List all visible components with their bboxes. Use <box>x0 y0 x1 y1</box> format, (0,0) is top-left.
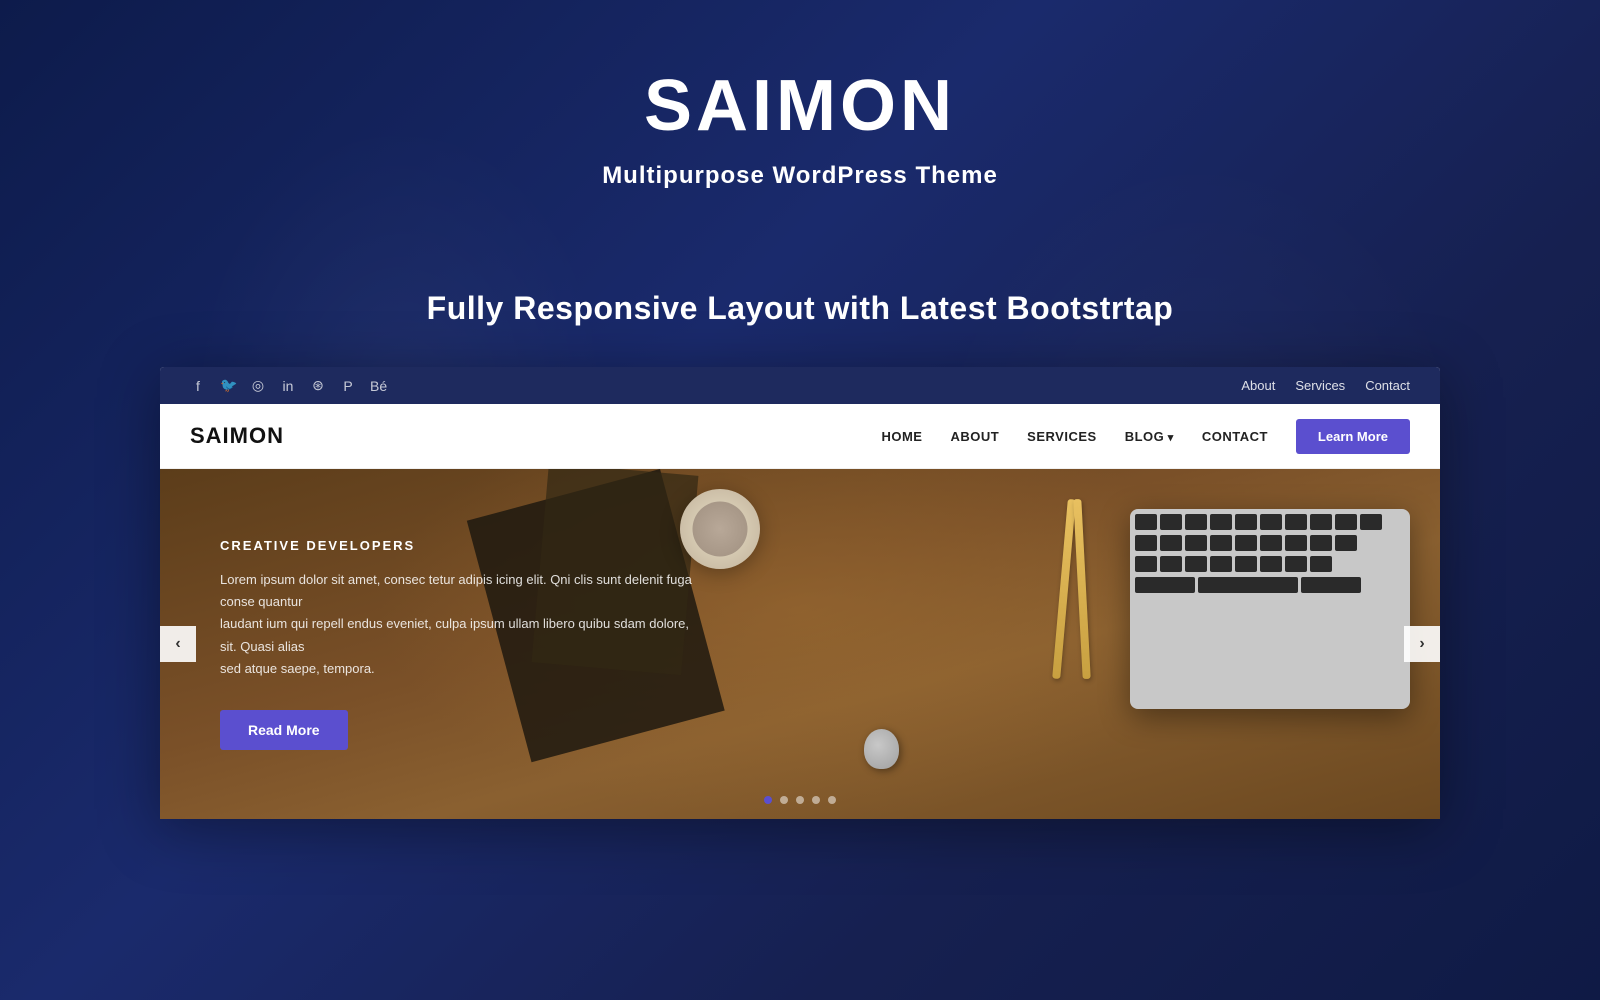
nav-contact[interactable]: CONTACT <box>1202 429 1268 444</box>
key <box>1310 514 1332 530</box>
key <box>1210 514 1232 530</box>
key <box>1260 514 1282 530</box>
hero-body-line2: laudant ium qui repell endus eveniet, cu… <box>220 616 689 653</box>
nav-services[interactable]: SERVICES <box>1027 429 1097 444</box>
key <box>1160 514 1182 530</box>
key <box>1335 514 1357 530</box>
key <box>1160 535 1182 551</box>
slider-dot-3[interactable] <box>796 796 804 804</box>
key <box>1135 556 1157 572</box>
twitter-icon[interactable]: 🐦 <box>220 377 236 394</box>
hero-body-line1: Lorem ipsum dolor sit amet, consec tetur… <box>220 572 692 609</box>
earbud-left <box>864 729 899 769</box>
slider-prev-button[interactable]: ‹ <box>160 626 196 662</box>
key <box>1210 535 1232 551</box>
behance-icon[interactable]: Bé <box>370 378 386 394</box>
topbar-contact-link[interactable]: Contact <box>1365 378 1410 393</box>
page-title: SAIMON <box>0 70 1600 142</box>
demo-hero-slider: ‹ CREATIVE DEVELOPERS Lorem ipsum dolor … <box>160 469 1440 819</box>
key <box>1360 514 1382 530</box>
page-hero: SAIMON Multipurpose WordPress Theme <box>0 0 1600 190</box>
key <box>1310 556 1332 572</box>
hero-content: CREATIVE DEVELOPERS Lorem ipsum dolor si… <box>160 538 760 749</box>
demo-website: f 🐦 ◎ in ⊛ P Bé About Services Contact S… <box>160 367 1440 819</box>
key <box>1335 535 1357 551</box>
facebook-icon[interactable]: f <box>190 378 206 394</box>
key <box>1185 514 1207 530</box>
key <box>1235 556 1257 572</box>
linkedin-icon[interactable]: in <box>280 378 296 394</box>
slider-dot-4[interactable] <box>812 796 820 804</box>
nav-about[interactable]: ABOUT <box>950 429 999 444</box>
hero-body: Lorem ipsum dolor sit amet, consec tetur… <box>220 569 700 679</box>
key <box>1301 577 1361 593</box>
key <box>1160 556 1182 572</box>
page-subtitle: Multipurpose WordPress Theme <box>0 162 1600 190</box>
instagram-icon[interactable]: ◎ <box>250 377 266 394</box>
key <box>1135 577 1195 593</box>
earbuds-decoration <box>864 729 924 789</box>
slider-dot-2[interactable] <box>780 796 788 804</box>
topbar-about-link[interactable]: About <box>1241 378 1275 393</box>
key <box>1135 535 1157 551</box>
topbar-links: About Services Contact <box>1241 378 1410 393</box>
keyboard-row-1 <box>1135 514 1405 530</box>
key <box>1260 556 1282 572</box>
key <box>1135 514 1157 530</box>
pinterest-icon[interactable]: P <box>340 378 356 394</box>
slider-next-button[interactable]: › <box>1404 626 1440 662</box>
hero-eyebrow: CREATIVE DEVELOPERS <box>220 538 700 553</box>
slider-dots <box>764 796 836 804</box>
topbar-services-link[interactable]: Services <box>1295 378 1345 393</box>
nav-blog[interactable]: BLOG <box>1125 429 1174 444</box>
nav-links: HOME ABOUT SERVICES BLOG CONTACT Learn M… <box>881 419 1410 454</box>
social-icons-group: f 🐦 ◎ in ⊛ P Bé <box>190 377 386 394</box>
key <box>1285 514 1307 530</box>
key <box>1235 514 1257 530</box>
key <box>1185 556 1207 572</box>
laptop-keyboard <box>1130 509 1410 709</box>
key <box>1285 556 1307 572</box>
nav-cta-button[interactable]: Learn More <box>1296 419 1410 454</box>
slider-dot-1[interactable] <box>764 796 772 804</box>
keyboard-row-2 <box>1135 535 1405 551</box>
tagline-text: Fully Responsive Layout with Latest Boot… <box>0 290 1600 327</box>
key <box>1285 535 1307 551</box>
demo-logo: SAIMON <box>190 423 284 449</box>
keyboard-row-4 <box>1135 577 1405 593</box>
dribbble-icon[interactable]: ⊛ <box>310 377 326 394</box>
key <box>1185 535 1207 551</box>
hero-body-line3: sed atque saepe, tempora. <box>220 661 375 676</box>
demo-navbar: SAIMON HOME ABOUT SERVICES BLOG CONTACT … <box>160 404 1440 469</box>
nav-home[interactable]: HOME <box>881 429 922 444</box>
slider-dot-5[interactable] <box>828 796 836 804</box>
key <box>1260 535 1282 551</box>
key <box>1210 556 1232 572</box>
key <box>1310 535 1332 551</box>
demo-topbar: f 🐦 ◎ in ⊛ P Bé About Services Contact <box>160 367 1440 404</box>
hero-cta-button[interactable]: Read More <box>220 710 348 750</box>
key <box>1198 577 1298 593</box>
keyboard-row-3 <box>1135 556 1405 572</box>
key <box>1235 535 1257 551</box>
tagline-section: Fully Responsive Layout with Latest Boot… <box>0 290 1600 327</box>
